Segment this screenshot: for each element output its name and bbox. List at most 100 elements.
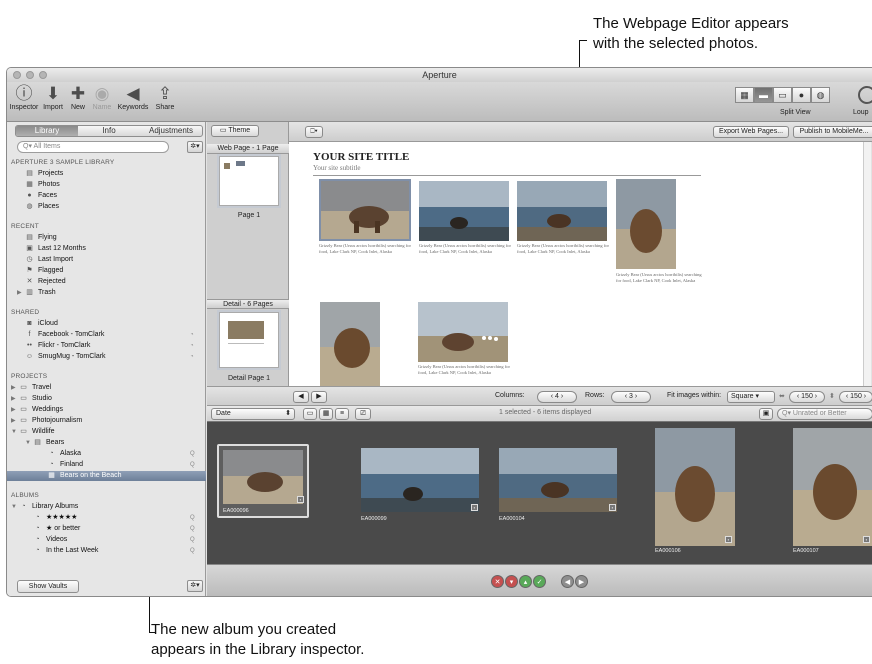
name-button[interactable]: ◉ Name [91, 84, 113, 111]
sidebar-item-studio[interactable]: ▶ ▭ Studio [11, 394, 52, 404]
tab-info[interactable]: Info [78, 126, 140, 136]
new-button[interactable]: ✚ New [67, 84, 89, 111]
previous-page-button[interactable]: ◀ [293, 391, 309, 403]
disclosure-triangle-icon[interactable]: ▶ [11, 383, 16, 393]
previous-image-button[interactable]: ◀ [561, 575, 574, 588]
sidebar-item-travel[interactable]: ▶ ▭ Travel [11, 383, 51, 393]
keywords-button[interactable]: ◀ Keywords [115, 84, 151, 111]
reject-button[interactable]: ✕ [491, 575, 504, 588]
next-page-button[interactable]: ▶ [311, 391, 327, 403]
increase-rating-button[interactable]: ▴ [519, 575, 532, 588]
sidebar-item-trash[interactable]: ▶ ▥ Trash [17, 288, 56, 298]
web-photo-1[interactable] [319, 179, 411, 241]
browser-thumb[interactable]: EA000107 ▪ [793, 428, 872, 556]
sidebar-item-smugmug[interactable]: ☺ SmugMug - TomClark ◔ [25, 352, 194, 362]
sort-select[interactable]: Date ⬍ [211, 408, 295, 420]
view-as-list-button[interactable]: ≡ [335, 408, 349, 420]
page-1-thumbnail[interactable] [219, 156, 279, 206]
viewer-view-button[interactable]: ▭ [773, 87, 792, 103]
fit-images-select[interactable]: Square ▾ [727, 391, 775, 403]
sidebar-item-weddings[interactable]: ▶ ▭ Weddings [11, 405, 63, 415]
zoom-button[interactable] [39, 71, 47, 79]
columns-stepper[interactable]: ‹ 4 › [537, 391, 577, 403]
disclosure-triangle-icon[interactable]: ▶ [11, 405, 16, 415]
sidebar-item-bears-on-the-beach[interactable]: ▦ Bears on the Beach [47, 471, 121, 481]
split-view-button[interactable]: ▬ [754, 87, 773, 103]
inspector-button[interactable]: ⓘ Inspector [9, 84, 39, 111]
show-vaults-button[interactable]: Show Vaults [17, 580, 79, 593]
sidebar-item-five-stars[interactable]: ◔ ★★★★★ Q [33, 513, 194, 523]
sidebar-item-icloud[interactable]: ◙ iCloud [25, 319, 57, 329]
browser-view-button[interactable]: ▦ [735, 87, 754, 103]
sidebar-item-in-the-last-week[interactable]: ◔ In the Last Week Q [33, 546, 194, 556]
disclosure-triangle-icon[interactable]: ▶ [17, 288, 22, 298]
web-photo-2[interactable] [419, 181, 509, 241]
import-button[interactable]: ⬇ Import [41, 84, 65, 111]
web-photo-4[interactable] [616, 179, 676, 269]
browser-thumb[interactable]: EA000104 ▪ [499, 448, 619, 522]
vault-gear-button[interactable]: ✲▾ [187, 580, 203, 592]
publish-to-mobileme-button[interactable]: Publish to MobileMe... [793, 126, 872, 138]
rows-value: 3 [629, 393, 633, 400]
sidebar-item-library-albums[interactable]: ▼ ◔ Library Albums [11, 502, 78, 512]
sidebar-item-bears[interactable]: ▼ ▤ Bears [25, 438, 64, 448]
canvas-scrollbar[interactable] [863, 142, 871, 386]
site-subtitle[interactable]: Your site subtitle [313, 164, 361, 172]
view-as-filmstrip-button[interactable]: ▭ [303, 408, 317, 420]
disclosure-triangle-icon[interactable]: ▼ [25, 438, 31, 448]
disclosure-triangle-icon[interactable]: ▼ [11, 502, 17, 512]
loupe-icon[interactable] [858, 86, 872, 104]
library-action-gear-button[interactable]: ✲▾ [187, 141, 203, 153]
sidebar-item-flying[interactable]: ▤ Flying [25, 233, 57, 243]
sidebar-item-rejected[interactable]: ✕ Rejected [25, 277, 66, 287]
theme-button[interactable]: ▭ Theme [211, 125, 259, 137]
browser-thumb[interactable]: EA000106 ▪ [655, 428, 735, 556]
sidebar-item-videos[interactable]: ◔ Videos Q [33, 535, 194, 545]
sidebar-item-alaska[interactable]: ◔ Alaska Q [47, 449, 194, 459]
metadata-overlay-button[interactable]: ⎚ [355, 408, 371, 420]
tab-library[interactable]: Library [16, 126, 78, 136]
view-as-grid-button[interactable]: ▦ [319, 408, 333, 420]
library-search-input[interactable]: Q▾ All Items [17, 141, 169, 153]
disclosure-triangle-icon[interactable]: ▶ [11, 394, 16, 404]
sidebar-item-places[interactable]: ◍ Places [25, 202, 59, 212]
disclosure-triangle-icon[interactable]: ▼ [11, 427, 17, 437]
share-button[interactable]: ⇪ Share [153, 84, 177, 111]
height-stepper[interactable]: ‹ 150 › [839, 391, 872, 403]
web-photo-3[interactable] [517, 181, 607, 241]
detail-page-1-thumbnail[interactable] [219, 312, 279, 368]
sidebar-item-last-import[interactable]: ◷ Last Import [25, 255, 73, 265]
places-view-button[interactable]: ◍ [811, 87, 830, 103]
width-stepper[interactable]: ‹ 150 › [789, 391, 825, 403]
text-box-button[interactable]: ⎕▾ [305, 126, 323, 138]
sidebar-item-projects[interactable]: ▤ Projects [25, 169, 63, 179]
faces-view-button[interactable]: ● [792, 87, 811, 103]
export-web-pages-button[interactable]: Export Web Pages... [713, 126, 789, 138]
sidebar-item-flickr[interactable]: •• Flickr - TomClark ◔ [25, 341, 194, 351]
next-image-button[interactable]: ▶ [575, 575, 588, 588]
browser-thumb[interactable]: EA000096 ▪ [217, 444, 309, 518]
sidebar-item-wildlife[interactable]: ▼ ▭ Wildlife [11, 427, 55, 437]
web-photo-6[interactable] [418, 302, 508, 362]
sidebar-item-photos[interactable]: ▦ Photos [25, 180, 60, 190]
filter-hud-button[interactable]: ▣ [759, 408, 773, 420]
rating-filter-input[interactable]: Q▾ Unrated or Better [777, 408, 872, 420]
sidebar-item-one-star-or-better[interactable]: ◔ ★ or better Q [33, 524, 194, 534]
sidebar-item-facebook[interactable]: f Facebook - TomClark ◔ [25, 330, 194, 340]
browser-thumb[interactable]: EA000099 ▪ [361, 448, 481, 522]
sidebar-item-photojournalism[interactable]: ▶ ▭ Photojournalism [11, 416, 82, 426]
sidebar-item-faces[interactable]: ● Faces [25, 191, 57, 201]
close-button[interactable] [13, 71, 21, 79]
sidebar-item-last-12-months[interactable]: ▣ Last 12 Months [25, 244, 86, 254]
minimize-button[interactable] [26, 71, 34, 79]
tab-adjustments[interactable]: Adjustments [140, 126, 202, 136]
decrease-rating-button[interactable]: ▾ [505, 575, 518, 588]
web-photo-5[interactable] [320, 302, 380, 386]
approve-button[interactable]: ✓ [533, 575, 546, 588]
disclosure-triangle-icon[interactable]: ▶ [11, 416, 16, 426]
rows-stepper[interactable]: ‹ 3 › [611, 391, 651, 403]
site-title[interactable]: YOUR SITE TITLE [313, 151, 409, 163]
sidebar-item-flagged[interactable]: ⚑ Flagged [25, 266, 63, 276]
sidebar-item-finland[interactable]: ◔ Finland Q [47, 460, 194, 470]
folder-icon: ▭ [20, 417, 27, 424]
